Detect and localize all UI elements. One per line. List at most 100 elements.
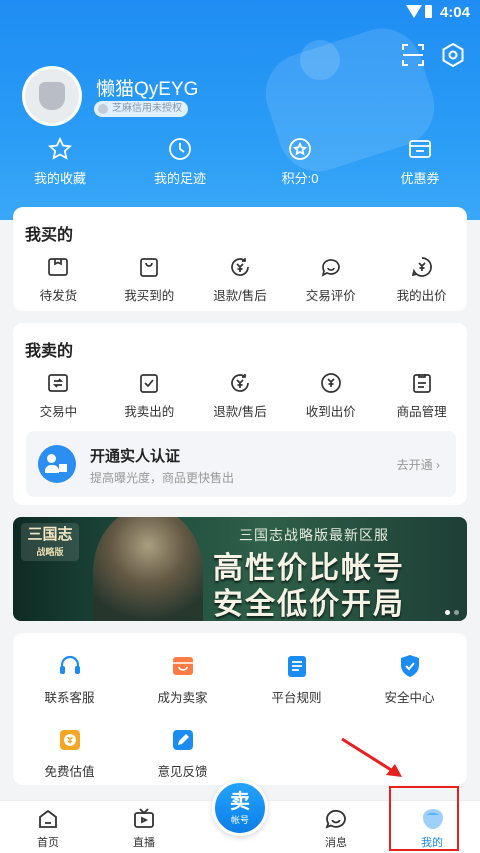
refund-icon	[228, 371, 252, 395]
bid-icon	[410, 255, 434, 279]
tab-label: 首页	[37, 837, 59, 849]
service-label: 平台规则	[271, 691, 322, 705]
sell-item-in-transaction[interactable]: 交易中	[13, 371, 104, 421]
coupon-icon	[407, 136, 433, 162]
verification-link-label: 去开通	[396, 458, 433, 472]
chevron-right-icon: ›	[436, 458, 440, 472]
quick-actions: 我的收藏 我的足迹 积分:0 优惠券	[0, 136, 480, 188]
buy-item-label: 退款/售后	[213, 289, 267, 303]
zhima-credit-badge[interactable]: 芝麻信用未授权	[94, 101, 188, 117]
points-icon	[287, 136, 313, 162]
game-logo-title: 三国志	[27, 526, 73, 543]
service-label: 安全中心	[384, 691, 435, 705]
message-icon	[324, 807, 348, 831]
status-time: 4:04	[439, 4, 470, 21]
status-bar: 4:04	[0, 0, 480, 26]
service-label: 成为卖家	[157, 691, 208, 705]
sell-item-label: 退款/售后	[213, 405, 267, 419]
quick-history[interactable]: 我的足迹	[120, 136, 240, 188]
rules-icon	[284, 653, 310, 679]
valuation-icon	[57, 727, 83, 753]
sell-item-received-bids[interactable]: 收到出价	[285, 371, 376, 421]
buy-item-label: 我的出价	[396, 289, 447, 303]
quick-label: 我的足迹	[153, 171, 206, 186]
sell-card-title: 我卖的	[25, 343, 74, 360]
sell-card: 我卖的 交易中 我卖出的 退款/售后 收到出价 商品管理 开通实人认证 提高曝光…	[13, 323, 467, 505]
quick-favorites[interactable]: 我的收藏	[0, 136, 120, 188]
refund-icon	[228, 255, 252, 279]
banner-pagination	[445, 610, 459, 615]
sell-item-label: 商品管理	[396, 405, 447, 419]
sell-item-label: 交易中	[39, 405, 78, 419]
sell-account-button[interactable]: 卖 帐号	[212, 780, 268, 836]
quick-label: 积分:0	[281, 171, 319, 186]
buy-item-label: 我买到的	[124, 289, 175, 303]
sell-button-sublabel: 帐号	[230, 815, 249, 825]
verification-link[interactable]: 去开通 ›	[397, 456, 440, 473]
sell-item-label: 我卖出的	[124, 405, 175, 419]
goods-manage-icon	[410, 371, 434, 395]
pointer-arrow	[341, 737, 402, 777]
tab-messages[interactable]: 消息	[288, 801, 384, 853]
avatar[interactable]	[22, 66, 82, 126]
shield-icon	[397, 653, 423, 679]
star-icon	[47, 136, 73, 162]
quick-label: 我的收藏	[33, 171, 86, 186]
feedback-icon	[170, 727, 196, 753]
bag-icon	[137, 255, 161, 279]
buy-item-label: 待发货	[39, 289, 78, 303]
settings-icon[interactable]	[440, 42, 466, 68]
username[interactable]: 懒猫QyEYG	[96, 74, 198, 101]
buy-item-purchased[interactable]: 我买到的	[104, 255, 195, 305]
buy-item-reviews[interactable]: 交易评价	[285, 255, 376, 305]
sell-item-sold[interactable]: 我卖出的	[104, 371, 195, 421]
service-customer-support[interactable]: 联系客服	[13, 653, 126, 707]
box-icon	[46, 255, 70, 279]
sell-item-refund[interactable]: 退款/售后	[195, 371, 286, 421]
real-name-verification-banner[interactable]: 开通实人认证 提高曝光度，商品更快售出 去开通 ›	[26, 431, 456, 497]
tab-home[interactable]: 首页	[0, 801, 96, 853]
highlight-box	[389, 786, 459, 851]
verification-title: 开通实人认证	[90, 448, 181, 465]
buy-item-refund[interactable]: 退款/售后	[195, 255, 286, 305]
headset-icon	[57, 653, 83, 679]
banner-character-image	[93, 517, 203, 621]
received-bid-icon	[319, 371, 343, 395]
verification-icon	[38, 445, 76, 483]
home-icon	[36, 807, 60, 831]
service-security-center[interactable]: 安全中心	[353, 653, 466, 707]
service-label: 免费估值	[44, 765, 95, 779]
sell-item-goods-management[interactable]: 商品管理	[376, 371, 467, 421]
service-feedback[interactable]: 意见反馈	[126, 727, 239, 781]
buy-item-pending-shipment[interactable]: 待发货	[13, 255, 104, 305]
scan-icon[interactable]	[400, 42, 426, 68]
buy-item-my-bids[interactable]: 我的出价	[376, 255, 467, 305]
shop-icon	[170, 653, 196, 679]
game-logo-subtitle: 战略版	[36, 547, 64, 557]
transaction-icon	[46, 371, 70, 395]
comment-icon	[319, 255, 343, 279]
service-free-valuation[interactable]: 免费估值	[13, 727, 126, 781]
banner-line-3: 安全低价开局	[213, 588, 405, 621]
sell-item-label: 收到出价	[305, 405, 356, 419]
service-platform-rules[interactable]: 平台规则	[240, 653, 353, 707]
verification-subtitle: 提高曝光度，商品更快售出	[90, 471, 235, 485]
buy-card-title: 我买的	[25, 227, 74, 244]
wifi-icon	[406, 5, 422, 18]
promo-banner[interactable]: 三国志 战略版 三国志战略版最新区服 高性价比帐号 安全低价开局	[13, 517, 467, 621]
tab-label: 消息	[325, 837, 347, 849]
tab-live[interactable]: 直播	[96, 801, 192, 853]
profile-header: 4:04 懒猫QyEYG 芝麻信用未授权 我的收藏 我的足迹 积分:0 优惠券	[0, 0, 480, 220]
game-logo: 三国志 战略版	[21, 523, 79, 561]
header-decoration-dot	[300, 40, 340, 80]
quick-points[interactable]: 积分:0	[240, 136, 360, 188]
service-become-seller[interactable]: 成为卖家	[126, 653, 239, 707]
clock-icon	[167, 136, 193, 162]
sell-button-label: 卖	[230, 791, 250, 813]
sold-icon	[137, 371, 161, 395]
tv-icon	[132, 807, 156, 831]
quick-label: 优惠券	[400, 171, 440, 186]
service-label: 联系客服	[44, 691, 95, 705]
buy-card: 我买的 待发货 我买到的 退款/售后 交易评价 我的出价	[13, 207, 467, 311]
quick-coupons[interactable]: 优惠券	[360, 136, 480, 188]
